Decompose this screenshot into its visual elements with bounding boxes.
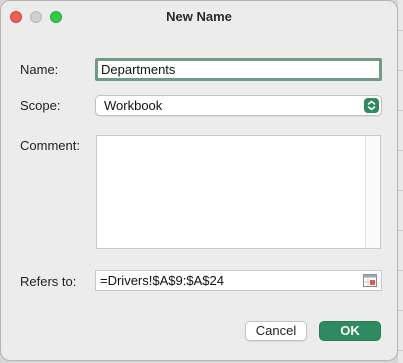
comment-label: Comment: bbox=[20, 138, 80, 153]
new-name-dialog: New Name Name: Departments Scope: Workbo… bbox=[0, 0, 398, 361]
refers-to-input[interactable]: =Drivers!$A$9:$A$24 bbox=[95, 270, 382, 291]
refers-to-label: Refers to: bbox=[20, 274, 77, 289]
background-gridline bbox=[398, 150, 403, 151]
updown-chevron-icon bbox=[364, 98, 379, 113]
background-gridline bbox=[398, 350, 403, 351]
name-label: Name: bbox=[20, 62, 59, 77]
collapse-dialog-icon[interactable] bbox=[363, 274, 377, 287]
scope-selected-value: Workbook bbox=[104, 98, 163, 113]
background-gridline bbox=[398, 190, 403, 191]
background-gridline bbox=[398, 270, 403, 271]
refers-to-value: =Drivers!$A$9:$A$24 bbox=[100, 273, 224, 288]
name-input[interactable]: Departments bbox=[95, 58, 382, 81]
dialog-title: New Name bbox=[166, 9, 232, 24]
scope-select[interactable]: Workbook bbox=[95, 95, 382, 116]
background-gridline bbox=[398, 230, 403, 231]
cancel-button[interactable]: Cancel bbox=[245, 321, 307, 341]
background-sheet-edge bbox=[398, 0, 403, 363]
background-gridline bbox=[398, 110, 403, 111]
comment-textarea[interactable] bbox=[96, 135, 381, 249]
scope-label: Scope: bbox=[20, 98, 61, 113]
ok-button[interactable]: OK bbox=[319, 321, 381, 341]
background-gridline bbox=[398, 310, 403, 311]
background-gridline bbox=[398, 30, 403, 31]
title-bar: New Name bbox=[1, 1, 397, 33]
comment-scrollbar[interactable] bbox=[365, 136, 380, 248]
background-gridline bbox=[398, 70, 403, 71]
